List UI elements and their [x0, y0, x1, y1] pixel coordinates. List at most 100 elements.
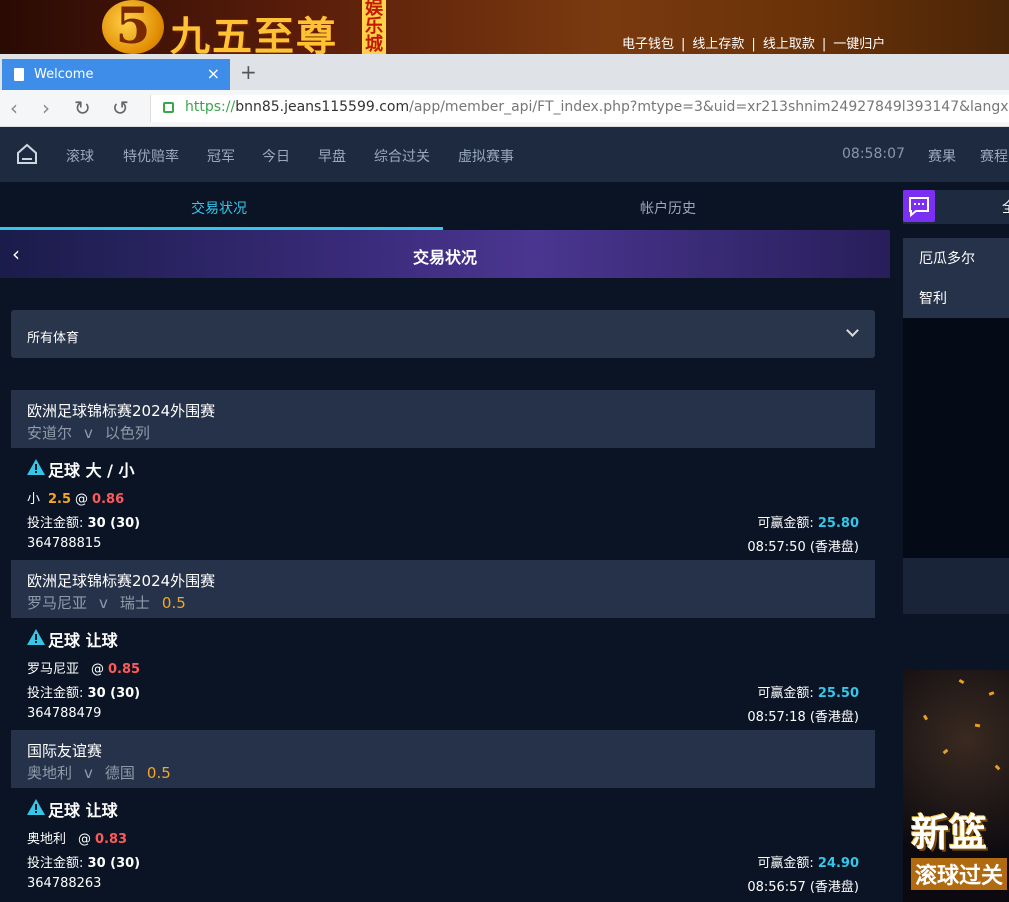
- reload-icon[interactable]: ↻: [74, 96, 91, 120]
- top-links: 电子钱包 | 线上存款 | 线上取款 | 一键归户: [622, 33, 885, 52]
- league-name: 欧洲足球锦标赛2024外围赛: [27, 402, 216, 420]
- lock-icon: [163, 102, 174, 113]
- right-panel-list: 厄瓜多尔 智利: [903, 238, 1009, 318]
- forward-icon[interactable]: ›: [42, 96, 50, 120]
- tab-account-history[interactable]: 帐户历史: [640, 198, 696, 218]
- chevron-down-icon: [846, 324, 859, 337]
- link-separator: |: [681, 37, 686, 52]
- promo-title: 新篮: [911, 811, 988, 855]
- stake-row: 投注金额: 30 (30): [27, 512, 140, 531]
- warning-icon: [27, 799, 45, 815]
- list-item[interactable]: 智利: [919, 288, 947, 308]
- win-row: 可赢金额: 25.80: [757, 512, 859, 531]
- win-label: 可赢金额:: [757, 516, 814, 531]
- nav-special-odds[interactable]: 特优赔率: [123, 146, 179, 166]
- warning-icon: [27, 629, 45, 645]
- bet-type: 足球 大 / 小: [48, 461, 135, 480]
- bet-selection: 罗马尼亚 @0.85: [27, 658, 140, 677]
- nav-virtual[interactable]: 虚拟赛事: [458, 146, 514, 166]
- clock: 08:58:07: [842, 146, 905, 162]
- nav-outright[interactable]: 冠军: [207, 146, 235, 166]
- away-team: 以色列: [104, 424, 150, 442]
- page-header: ‹ 交易状况: [0, 230, 890, 278]
- sport-filter-value: 所有体育: [27, 331, 80, 346]
- bet-card-header: 欧洲足球锦标赛2024外围赛 罗马尼亚 v 瑞士 0.5: [11, 560, 875, 618]
- bet-type: 足球 让球: [48, 801, 118, 820]
- confetti: [994, 764, 1001, 771]
- selection: 奥地利: [27, 832, 67, 847]
- win-label: 可赢金额:: [757, 856, 814, 871]
- handicap: 0.5: [161, 594, 186, 612]
- url-input[interactable]: https://bnn85.jeans115599.com/app/member…: [150, 95, 1009, 122]
- list-item[interactable]: 厄瓜多尔: [919, 248, 975, 268]
- browser-tabbar: Welcome × +: [0, 54, 1009, 90]
- promo-subtitle: 滚球过关: [911, 858, 1008, 890]
- stake-label: 投注金额:: [27, 686, 84, 701]
- bet-selection: 奥地利 @0.83: [27, 828, 127, 847]
- stake-label: 投注金额:: [27, 856, 84, 871]
- confetti: [922, 714, 929, 721]
- match-teams: 奥地利 v 德国 0.5: [27, 762, 171, 783]
- home-team: 安道尔: [27, 424, 73, 442]
- nav-early[interactable]: 早盘: [318, 146, 346, 166]
- win-value: 24.90: [817, 856, 859, 871]
- home-icon[interactable]: [16, 143, 38, 165]
- undo-icon[interactable]: ↺: [112, 96, 129, 120]
- selection: 罗马尼亚: [27, 662, 80, 677]
- confetti: [988, 691, 995, 696]
- right-panel-title: 全: [1002, 197, 1009, 217]
- link-deposit[interactable]: 线上存款: [692, 37, 744, 52]
- link-consolidate[interactable]: 一键归户: [833, 37, 885, 52]
- stake-value: 30 (30): [87, 856, 141, 871]
- page-title: 交易状况: [412, 248, 477, 267]
- address-bar: ‹ › ↻ ↺ https://bnn85.jeans115599.com/ap…: [0, 90, 1009, 127]
- nav-today[interactable]: 今日: [262, 146, 290, 166]
- link-separator: |: [751, 37, 756, 52]
- confetti: [958, 678, 965, 685]
- odds: 0.85: [108, 662, 141, 677]
- vs-label: v: [84, 764, 93, 782]
- at-label: @: [78, 832, 92, 847]
- link-withdraw[interactable]: 线上取款: [763, 37, 815, 52]
- url-scheme: https://: [185, 99, 236, 115]
- right-panel-strip: [903, 558, 1009, 614]
- confetti: [942, 748, 949, 755]
- league-name: 国际友谊赛: [27, 742, 103, 760]
- document-icon: [14, 68, 24, 81]
- close-tab-icon[interactable]: ×: [207, 64, 220, 83]
- match-teams: 罗马尼亚 v 瑞士 0.5: [27, 592, 186, 613]
- tab-transactions[interactable]: 交易状况: [191, 198, 247, 218]
- url-path: /app/member_api/FT_index.php?mtype=3&uid…: [409, 99, 1009, 115]
- browser-tab-welcome[interactable]: Welcome ×: [2, 59, 230, 90]
- promo-banner[interactable]: 新篮 滚球过关: [903, 670, 1009, 902]
- sport-filter-select[interactable]: 所有体育: [11, 310, 875, 358]
- nav-inplay[interactable]: 滚球: [66, 146, 94, 166]
- win-label: 可赢金额:: [757, 686, 814, 701]
- stake-label: 投注金额:: [27, 516, 84, 531]
- ticket-id: 364788815: [27, 536, 102, 551]
- link-wallet[interactable]: 电子钱包: [622, 37, 674, 52]
- stake-row: 投注金额: 30 (30): [27, 682, 140, 701]
- back-icon[interactable]: ‹: [10, 96, 18, 120]
- warning-icon: [27, 459, 45, 475]
- at-label: @: [75, 492, 89, 507]
- away-team: 德国: [104, 764, 135, 782]
- nav-schedule[interactable]: 赛程: [980, 146, 1008, 166]
- bet-time: 08:57:18 (香港盘): [747, 710, 859, 725]
- logo-badge: 5: [102, 0, 164, 54]
- sub-tabs: 交易状况 帐户历史: [0, 182, 890, 230]
- vs-label: v: [84, 424, 93, 442]
- nav-parlay[interactable]: 综合过关: [374, 146, 430, 166]
- away-team: 瑞士: [119, 594, 150, 612]
- win-value: 25.50: [817, 686, 859, 701]
- new-tab-button[interactable]: +: [240, 60, 257, 84]
- bet-card-body: 足球 大 / 小 小 2.5 @0.86 投注金额: 30 (30) 可赢金额: 2…: [11, 448, 875, 560]
- ticket-id: 364788263: [27, 876, 102, 891]
- nav-results[interactable]: 赛果: [928, 146, 956, 166]
- at-label: @: [91, 662, 105, 677]
- match-teams: 安道尔 v 以色列: [27, 422, 150, 443]
- message-icon[interactable]: [903, 190, 935, 222]
- ticket-id: 364788479: [27, 706, 102, 721]
- logo-mark: 5: [115, 0, 151, 54]
- vs-label: v: [99, 594, 108, 612]
